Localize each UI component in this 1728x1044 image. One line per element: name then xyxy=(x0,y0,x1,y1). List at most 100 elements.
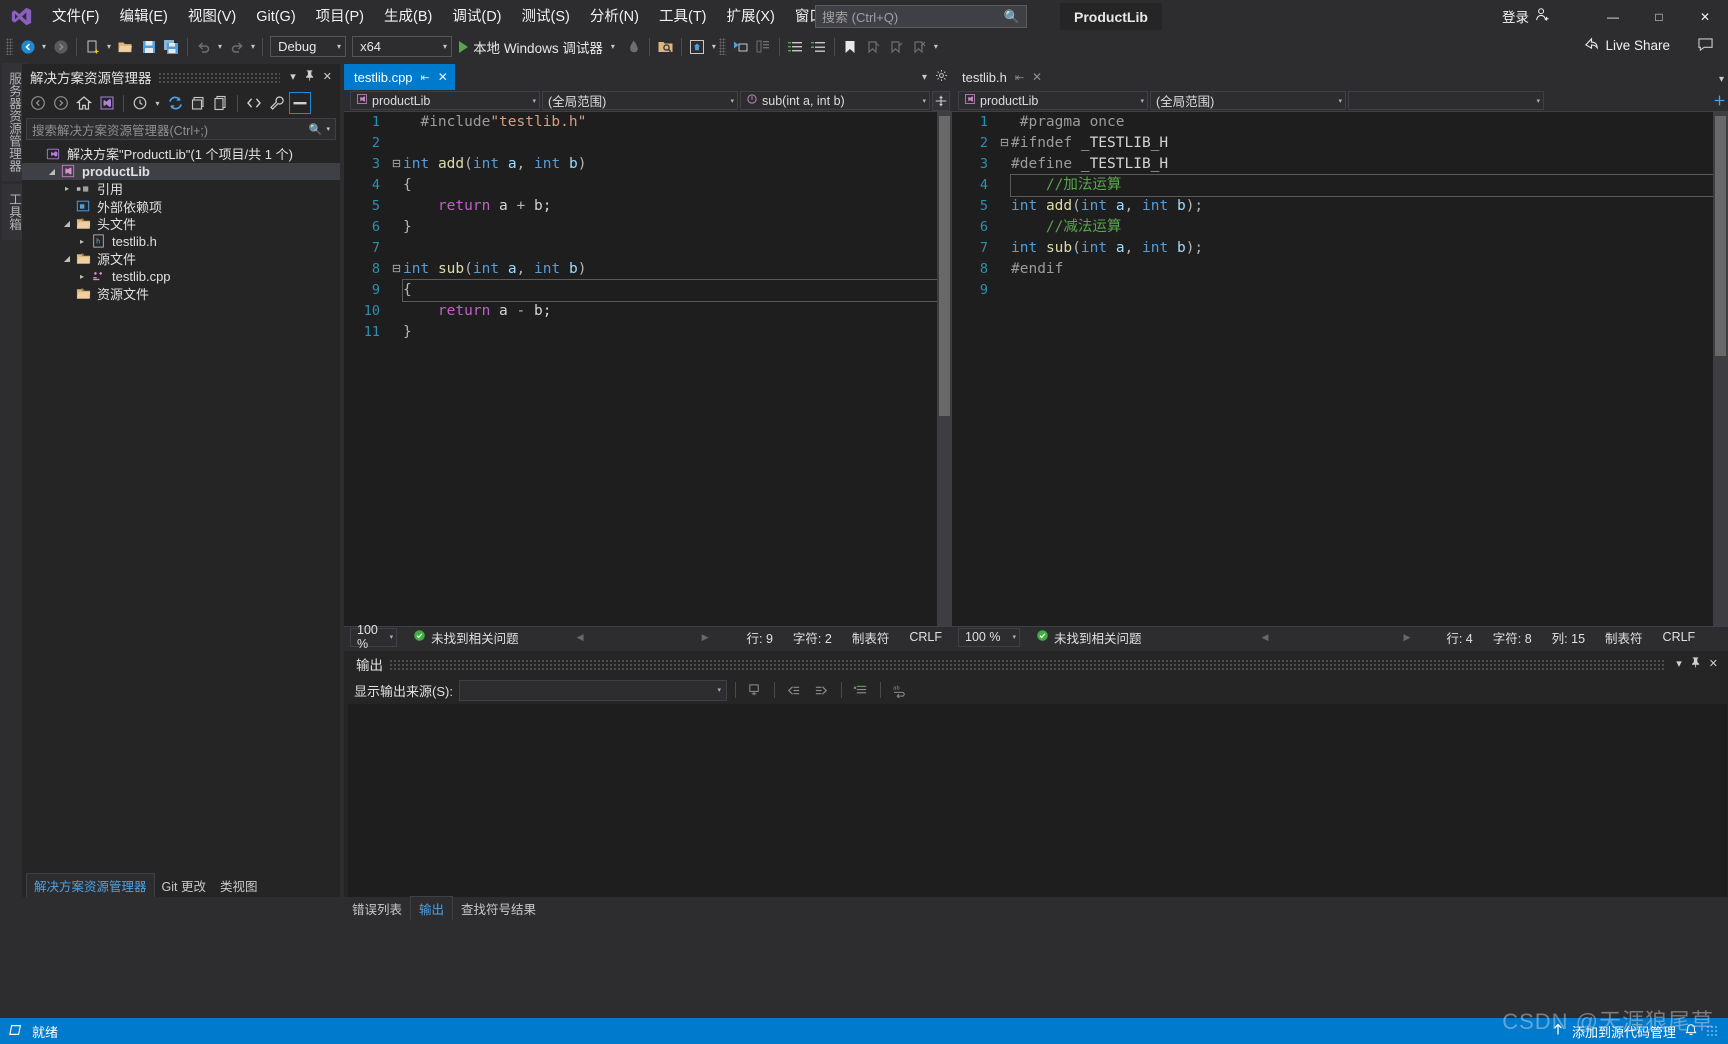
show-all-files-icon[interactable] xyxy=(210,92,232,114)
pin-icon[interactable]: ⇤ xyxy=(1015,71,1024,84)
start-debugging-button[interactable]: 本地 Windows 调试器 ▾ xyxy=(455,36,622,58)
code-line[interactable]: 1 #pragma once xyxy=(952,112,1713,133)
menu-item-9[interactable]: 工具(T) xyxy=(649,4,717,30)
solution-explorer-search[interactable]: 搜索解决方案资源管理器(Ctrl+;) 🔍 ▾ xyxy=(26,118,336,140)
code-text[interactable]: return a + b; xyxy=(403,196,937,217)
code-line[interactable]: 10 return a - b; xyxy=(344,301,937,322)
tree-node[interactable]: ▸ h testlib.h xyxy=(22,233,340,251)
solution-search-input[interactable]: 搜索解决方案资源管理器(Ctrl+;) xyxy=(32,120,309,139)
project-combo-left[interactable]: productLib ▾ xyxy=(350,91,540,110)
new-project-dropdown-icon[interactable]: ▾ xyxy=(104,42,114,51)
redo-dropdown-icon[interactable]: ▾ xyxy=(248,42,258,51)
chevron-down-icon[interactable]: ▾ xyxy=(326,125,330,133)
tab-testlib-cpp[interactable]: testlib.cpp ⇤ ✕ xyxy=(344,64,455,90)
feedback-icon[interactable] xyxy=(1697,37,1714,55)
resize-grip[interactable] xyxy=(1706,1025,1718,1037)
tree-node[interactable]: ▸ testlib.cpp xyxy=(22,268,340,286)
code-line[interactable]: 3 ⊟ int add(int a, int b) xyxy=(344,154,937,175)
header-drag-grip[interactable] xyxy=(157,70,281,83)
code-line[interactable]: 1 #include"testlib.h" xyxy=(344,112,937,133)
code-line[interactable]: 7 xyxy=(344,238,937,259)
next-bookmark-icon[interactable] xyxy=(885,36,908,58)
code-text[interactable]: #pragma once xyxy=(1011,112,1713,133)
back-icon[interactable] xyxy=(27,92,49,114)
code-line[interactable]: 2 xyxy=(344,133,937,154)
toolbar-grip[interactable] xyxy=(718,38,726,55)
code-text[interactable]: #define _TESTLIB_H xyxy=(1011,154,1713,175)
solution-platform-combo[interactable]: x64 ▾ xyxy=(352,36,453,57)
menu-item-4[interactable]: 项目(P) xyxy=(306,4,374,30)
tree-node[interactable]: ▸ 引用 xyxy=(22,180,340,198)
tab-list-dropdown-icon[interactable]: ▾ xyxy=(1719,74,1724,85)
scrollbar-thumb[interactable] xyxy=(939,116,950,416)
gear-icon[interactable] xyxy=(935,69,948,85)
preview-selected-file-icon[interactable] xyxy=(289,92,311,114)
code-text[interactable]: int sub(int a, int b) xyxy=(403,259,937,280)
code-text[interactable]: int add(int a, int b) xyxy=(403,154,937,175)
collapsed-arrow-icon[interactable]: ▸ xyxy=(75,237,89,246)
undo-icon[interactable] xyxy=(192,36,215,58)
member-combo-right[interactable]: ▾ xyxy=(1348,91,1544,110)
navigate-back-dropdown-icon[interactable]: ▾ xyxy=(39,42,49,51)
toggle-bookmark-icon[interactable] xyxy=(839,36,862,58)
live-visual-tree-icon[interactable] xyxy=(686,36,709,58)
fold-toggle-icon[interactable]: ⊟ xyxy=(998,133,1011,154)
close-icon[interactable]: ✕ xyxy=(1705,657,1722,670)
menu-item-10[interactable]: 扩展(X) xyxy=(717,4,785,30)
scope-combo-right[interactable]: (全局范围) ▾ xyxy=(1150,91,1346,110)
expanded-arrow-icon[interactable]: ◢ xyxy=(45,167,59,176)
solution-dock-tab-0[interactable]: 解决方案资源管理器 xyxy=(26,873,155,897)
hot-reload-icon[interactable] xyxy=(622,36,645,58)
uncomment-lines-icon[interactable] xyxy=(807,36,830,58)
menu-item-5[interactable]: 生成(B) xyxy=(374,4,442,30)
find-message-icon[interactable] xyxy=(744,679,766,701)
maximize-button[interactable]: □ xyxy=(1636,0,1682,33)
code-line[interactable]: 6} xyxy=(344,217,937,238)
editor-left-vscrollbar[interactable] xyxy=(937,112,952,626)
code-line[interactable]: 4{ xyxy=(344,175,937,196)
quick-search-box[interactable]: 搜索 (Ctrl+Q) 🔍 xyxy=(815,5,1027,28)
navigate-back-icon[interactable] xyxy=(16,36,39,58)
undo-dropdown-icon[interactable]: ▾ xyxy=(215,42,225,51)
code-text[interactable]: //加法运算 xyxy=(1010,174,1713,197)
solution-configuration-combo[interactable]: Debug ▾ xyxy=(270,36,347,57)
code-text[interactable]: { xyxy=(403,175,937,196)
upload-icon[interactable] xyxy=(1552,1023,1564,1040)
forward-icon[interactable] xyxy=(50,92,72,114)
add-split-icon[interactable] xyxy=(1710,91,1728,111)
expanded-arrow-icon[interactable]: ◢ xyxy=(60,254,74,263)
pending-changes-icon[interactable] xyxy=(129,92,151,114)
menu-item-8[interactable]: 分析(N) xyxy=(580,4,649,30)
output-source-combo[interactable]: ▾ xyxy=(458,679,727,701)
pin-icon[interactable] xyxy=(300,69,319,84)
clear-bookmarks-icon[interactable] xyxy=(908,36,931,58)
code-editor-right[interactable]: 1 #pragma once 2 ⊟ #ifndef _TESTLIB_H 3 #defi… xyxy=(952,112,1713,626)
collapsed-arrow-icon[interactable]: ▸ xyxy=(75,272,89,281)
code-line[interactable]: 3 #define _TESTLIB_H xyxy=(952,154,1713,175)
live-share-button[interactable]: Live Share xyxy=(1584,36,1670,54)
chevron-down-icon[interactable]: ▾ xyxy=(1672,657,1686,670)
menu-item-0[interactable]: 文件(F) xyxy=(42,4,110,30)
code-line[interactable]: 7 int sub(int a, int b); xyxy=(952,238,1713,259)
code-text[interactable]: return a - b; xyxy=(403,301,937,322)
header-drag-grip[interactable] xyxy=(389,657,1667,670)
previous-bookmark-icon[interactable] xyxy=(862,36,885,58)
close-icon[interactable]: ✕ xyxy=(319,70,336,83)
fold-toggle-icon[interactable]: ⊟ xyxy=(390,259,403,280)
refresh-icon[interactable] xyxy=(164,92,186,114)
wordwrap-icon[interactable]: ab xyxy=(889,679,911,701)
split-window-icon[interactable] xyxy=(932,90,950,111)
next-issue-icon[interactable]: ▶ xyxy=(1403,632,1410,643)
output-dock-tab-0[interactable]: 错误列表 xyxy=(344,897,410,920)
chevron-down-icon[interactable]: ▾ xyxy=(286,70,300,83)
solution-dock-tab-2[interactable]: 类视图 xyxy=(213,874,265,897)
code-line[interactable]: 8 ⊟ int sub(int a, int b) xyxy=(344,259,937,280)
tree-node[interactable]: ◢ 头文件 xyxy=(22,215,340,233)
code-text[interactable]: } xyxy=(403,217,937,238)
zoom-combo-left[interactable]: 100 % ▾ xyxy=(350,623,398,651)
comment-lines-icon[interactable] xyxy=(784,36,807,58)
next-issue-icon[interactable]: ▶ xyxy=(702,632,709,643)
tree-node[interactable]: 资源文件 xyxy=(22,285,340,303)
source-control-label[interactable]: 添加到源代码管理 xyxy=(1572,1022,1676,1041)
project-combo-right[interactable]: productLib ▾ xyxy=(958,91,1148,110)
